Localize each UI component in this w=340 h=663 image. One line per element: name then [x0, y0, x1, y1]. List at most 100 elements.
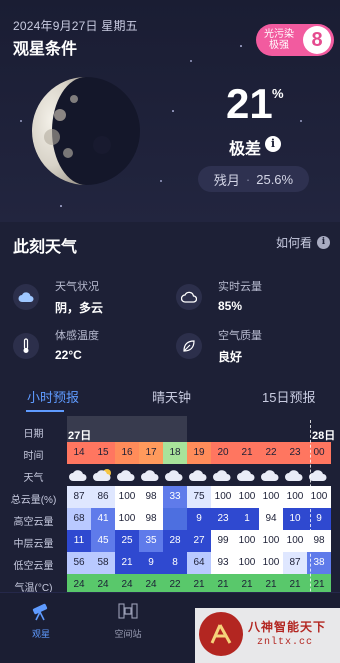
- moon-phase-icon: [32, 77, 140, 185]
- tab-hourly-forecast[interactable]: 小时预报: [27, 387, 79, 406]
- tab-15-day-forecast[interactable]: 15日预报: [262, 387, 315, 406]
- forecast-cell: 18: [163, 442, 187, 464]
- forecast-cell: 10: [283, 508, 307, 530]
- forecast-cell: 93: [211, 552, 235, 574]
- weather-cloud-icon: [235, 464, 259, 486]
- forecast-cell: 16: [115, 442, 139, 464]
- star: [20, 120, 22, 122]
- info-icon: i: [317, 236, 330, 249]
- observing-conditions-panel: 2024年9月27日 星期五 观星条件 光污染 极强 8 21 % 极差 i 残…: [0, 0, 340, 222]
- forecast-cell: 75: [187, 486, 211, 508]
- cloud-icon: [13, 284, 39, 310]
- star: [190, 60, 192, 62]
- air-quality-stat: 空气质量 良好: [176, 329, 262, 365]
- forecast-cell: 23: [211, 508, 235, 530]
- brand-name: 八神智能天下: [248, 620, 327, 634]
- star: [60, 205, 62, 207]
- nav-item-space-station[interactable]: 空间站: [98, 601, 158, 640]
- space-station-icon: [118, 603, 138, 619]
- forecast-cell: 8: [163, 552, 187, 574]
- cloud-cover-stat: 实时云量 85%: [176, 280, 262, 313]
- light-pollution-value: 8: [303, 26, 331, 54]
- forecast-row-label: 低空云量: [13, 561, 54, 572]
- forecast-cell: 100: [259, 552, 283, 574]
- forecast-row: 高空云量 68 41 100 98 9 23 1 94 10 9: [0, 508, 340, 530]
- forecast-cell: 86: [91, 486, 115, 508]
- forecast-cell: 33: [163, 486, 187, 508]
- weather-cloud-icon: [187, 464, 211, 486]
- forecast-cell: 41: [91, 508, 115, 530]
- forecast-cell: 100: [283, 486, 307, 508]
- score-unit: %: [272, 86, 284, 101]
- forecast-row-label: 天气: [23, 473, 44, 484]
- current-date: 2024年9月27日 星期五: [13, 19, 138, 33]
- forecast-row-label: 日期: [23, 429, 44, 440]
- thermometer-icon: [13, 333, 39, 359]
- feels-like-stat: 体感温度 22°C: [13, 329, 99, 362]
- forecast-row: 中层云量 11 45 25 35 28 27 99 100 100 100 98: [0, 530, 340, 552]
- tab-clear-sky-clock[interactable]: 晴天钟: [152, 387, 191, 406]
- weather-condition-stat: 天气状况 阴，多云: [13, 280, 103, 316]
- forecast-cell: 100: [235, 486, 259, 508]
- weather-cloud-icon: [91, 464, 115, 486]
- forecast-cell: 100: [259, 530, 283, 552]
- forecast-cell: 11: [67, 530, 91, 552]
- brand-url: znltx.cc: [257, 637, 314, 648]
- page-title: 观星条件: [13, 41, 78, 58]
- watermark-badge: 八神智能天下 znltx.cc: [195, 608, 340, 663]
- light-pollution-badge[interactable]: 光污染 极强 8: [256, 24, 334, 56]
- observing-grade: 极差: [229, 141, 262, 158]
- weather-cloud-icon: [283, 464, 307, 486]
- forecast-cell: 19: [187, 442, 211, 464]
- forecast-cell: 25: [115, 530, 139, 552]
- forecast-cell: 98: [139, 486, 163, 508]
- forecast-cell: 1: [235, 508, 259, 530]
- forecast-cell: 100: [211, 486, 235, 508]
- leaf-icon: [176, 333, 202, 359]
- star: [300, 120, 302, 122]
- forecast-cell: 100: [235, 552, 259, 574]
- forecast-cell: 22: [259, 442, 283, 464]
- moon-phase-pill: 残月 · 25.6%: [198, 166, 309, 192]
- forecast-cell: [163, 508, 187, 530]
- forecast-cell: 14: [67, 442, 91, 464]
- forecast-cell: 100: [115, 508, 139, 530]
- forecast-cell: 58: [91, 552, 115, 574]
- active-tab-indicator: [26, 410, 64, 412]
- separator: ·: [245, 171, 251, 187]
- forecast-row: 天气: [0, 464, 340, 486]
- forecast-cell: 45: [91, 530, 115, 552]
- forecast-date-label: 27日: [68, 430, 92, 442]
- weather-cloud-icon: [259, 464, 283, 486]
- forecast-row: 时间 14 15 16 17 18 19 20 21 22 23 00: [0, 442, 340, 464]
- forecast-tabs: 小时预报 晴天钟 15日预报: [0, 382, 340, 414]
- brand-logo: [199, 612, 243, 656]
- forecast-date-label: 28日: [312, 430, 336, 442]
- star: [160, 180, 162, 182]
- forecast-cell: 99: [211, 530, 235, 552]
- forecast-cell: 100: [115, 486, 139, 508]
- forecast-cell: 100: [235, 530, 259, 552]
- light-pollution-label: 光污染 极强: [264, 29, 294, 51]
- forecast-cell: 35: [139, 530, 163, 552]
- forecast-cell: 64: [187, 552, 211, 574]
- star: [240, 45, 242, 47]
- forecast-row-label: 高空云量: [13, 517, 54, 528]
- star: [172, 110, 174, 112]
- forecast-cell: 87: [283, 552, 307, 574]
- cloud-outline-icon: [176, 284, 202, 310]
- info-icon[interactable]: i: [265, 136, 281, 152]
- forecast-cell: 98: [139, 508, 163, 530]
- forecast-cell: 28: [163, 530, 187, 552]
- nav-item-stargazing[interactable]: 观星: [11, 601, 71, 640]
- forecast-cell: 68: [67, 508, 91, 530]
- forecast-cell: 87: [67, 486, 91, 508]
- how-to-read-link[interactable]: 如何看 i: [276, 234, 330, 251]
- forecast-cell: 23: [283, 442, 307, 464]
- forecast-row: 总云量(%) 87 86 100 98 33 75 100 100 100 100 100: [0, 486, 340, 508]
- weather-cloud-icon: [163, 464, 187, 486]
- telescope-icon: [32, 603, 48, 621]
- forecast-cell: 27: [187, 530, 211, 552]
- forecast-cell: 21: [115, 552, 139, 574]
- forecast-row-label: 总云量(%): [10, 495, 57, 506]
